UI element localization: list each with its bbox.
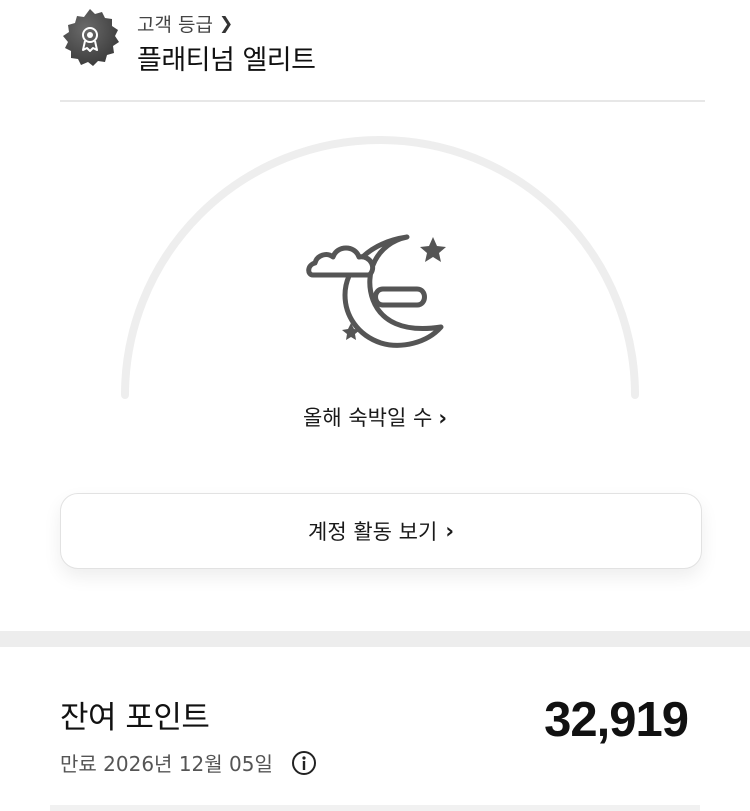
points-value: 32,919 [544, 693, 689, 747]
tier-caption-label: 고객 등급 [137, 14, 213, 36]
info-icon[interactable] [291, 750, 317, 776]
stays-link-label: 올해 숙박일 수 [303, 406, 433, 430]
points-title: 잔여 포인트 [60, 700, 210, 736]
account-activity-button[interactable]: 계정 활동 보기 › [60, 493, 702, 569]
section-separator [0, 631, 750, 647]
chevron-right-icon: ❯ [218, 13, 234, 34]
chevron-right-icon: › [438, 406, 447, 430]
bottom-divider [50, 805, 700, 811]
account-activity-label: 계정 활동 보기 [308, 520, 438, 544]
tier-row[interactable]: 고객 등급 ❯ 플래티넘 엘리트 [60, 6, 700, 76]
tier-caption[interactable]: 고객 등급 ❯ [137, 10, 233, 37]
tier-name: 플래티넘 엘리트 [137, 45, 316, 76]
medal-badge-icon [63, 9, 119, 66]
stays-progress-arc [121, 136, 639, 399]
stays-link[interactable]: 올해 숙박일 수 › [0, 402, 750, 432]
chevron-right-icon: › [445, 519, 454, 543]
points-expiry: 만료 2026년 12월 05일 [60, 748, 317, 777]
points-expiry-text: 만료 2026년 12월 05일 [60, 752, 273, 776]
moon-cloud-stars-icon [306, 234, 446, 348]
divider [60, 100, 705, 102]
